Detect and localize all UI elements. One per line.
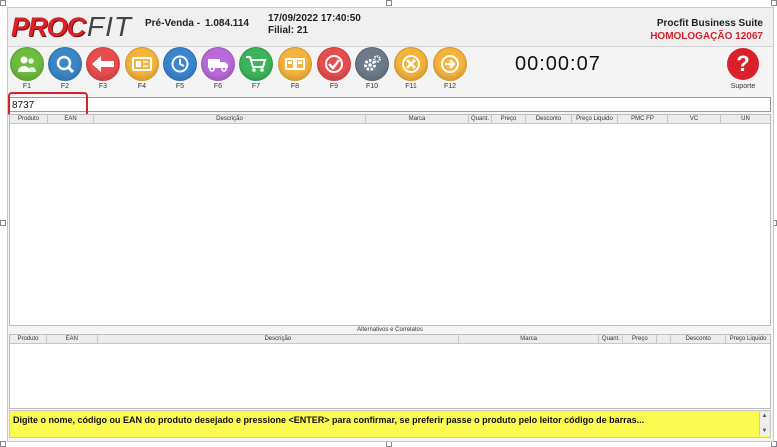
col-pmc-fp[interactable]: PMC FP [618,115,668,123]
suite-name: Procfit Business Suite [656,18,763,29]
col-preco-liquido[interactable]: Preço Liquido [572,115,618,123]
support-button[interactable]: ? Suporte [723,48,763,90]
alt-col-desconto[interactable]: Desconto [671,335,727,343]
f11-button[interactable]: F11 [392,47,430,90]
resize-handle-tr[interactable] [771,0,777,6]
f1-button[interactable]: F1 [8,47,46,90]
f7-button[interactable]: F7 [237,47,275,90]
f2-button[interactable]: F2 [46,47,84,90]
product-grid-header: Produto EAN Descrição Marca Quant. Preço… [10,115,770,124]
alt-col-ean[interactable]: EAN [47,335,98,343]
alternatives-grid-header: Produto EAN Descrição Marca Quant. Preço… [10,335,770,344]
f12-button[interactable]: F12 [431,47,469,90]
users-icon [10,47,44,81]
col-descricao[interactable]: Descrição [94,115,366,123]
forward-arrow-icon [433,47,467,81]
status-scrollbar[interactable]: ▲ ▼ [759,412,769,436]
truck-icon [201,47,235,81]
alternatives-grid[interactable]: Produto EAN Descrição Marca Quant. Preço… [9,334,771,409]
f9-button[interactable]: F9 [315,47,353,90]
cards-icon [278,47,312,81]
mode-label: Pré-Venda - [145,18,201,29]
col-un[interactable]: UN [721,115,770,123]
alt-col-descricao[interactable]: Descrição [98,335,459,343]
datetime: 17/09/2022 17:40:50 [268,13,361,24]
resize-handle-tl[interactable] [0,0,6,6]
card-icon [125,47,159,81]
product-grid[interactable]: Produto EAN Descrição Marca Quant. Preço… [9,114,771,326]
close-icon [394,47,428,81]
session-timer: 00:00:07 [515,53,601,75]
check-icon [317,47,351,81]
cart-icon [239,47,273,81]
environment-label: HOMOLOGAÇÃO 12067 [650,31,763,42]
f3-button[interactable]: F3 [84,47,122,90]
alt-col-quant[interactable]: Quant. [599,335,624,343]
f6-button[interactable]: F6 [199,47,237,90]
status-message: Digite o nome, código ou EAN do produto … [13,415,645,425]
f4-button[interactable]: F4 [123,47,161,90]
alt-section-title: Alternativos e Correlatos [9,326,771,334]
order-number: 1.084.114 [205,18,249,29]
alt-col-produto[interactable]: Produto [10,335,47,343]
f10-button[interactable]: F10 [353,47,391,90]
col-vc[interactable]: VC [668,115,721,123]
product-search-input[interactable]: 8737 [9,97,771,112]
status-bar: Digite o nome, código ou EAN do produto … [9,410,771,438]
resize-handle-top[interactable] [386,0,392,6]
col-quant[interactable]: Quant. [469,115,492,123]
resize-handle-left[interactable] [0,220,6,226]
app-header: PROC FIT Pré-Venda - 1.084.114 17/09/202… [8,8,773,47]
app-window: PROC FIT Pré-Venda - 1.084.114 17/09/202… [7,7,774,442]
procfit-logo: PROC FIT [11,11,133,42]
alt-col-blank[interactable] [657,335,672,343]
filial: Filial: 21 [268,25,309,36]
resize-handle-bl[interactable] [0,441,6,447]
col-desconto[interactable]: Desconto [526,115,572,123]
search-icon [48,47,82,81]
f5-button[interactable]: F5 [161,47,199,90]
gear-icon [355,47,389,81]
alt-col-preco[interactable]: Preço [623,335,658,343]
f8-button[interactable]: F8 [276,47,314,90]
alt-col-preco-liquido[interactable]: Preço Liquido [726,335,770,343]
col-marca[interactable]: Marca [366,115,469,123]
col-produto[interactable]: Produto [10,115,48,123]
alt-col-marca[interactable]: Marca [459,335,600,343]
help-icon: ? [727,48,759,80]
back-arrow-icon [86,47,120,81]
function-toolbar: F1 F2 F3 F4 F5 F6 F7 F8 F9 F10 F11 F12 [8,47,773,97]
col-ean[interactable]: EAN [48,115,94,123]
col-preco[interactable]: Preço [492,115,526,123]
scroll-up-icon[interactable]: ▲ [761,413,768,420]
scroll-down-icon[interactable]: ▼ [761,428,768,435]
clock-icon [163,47,197,81]
